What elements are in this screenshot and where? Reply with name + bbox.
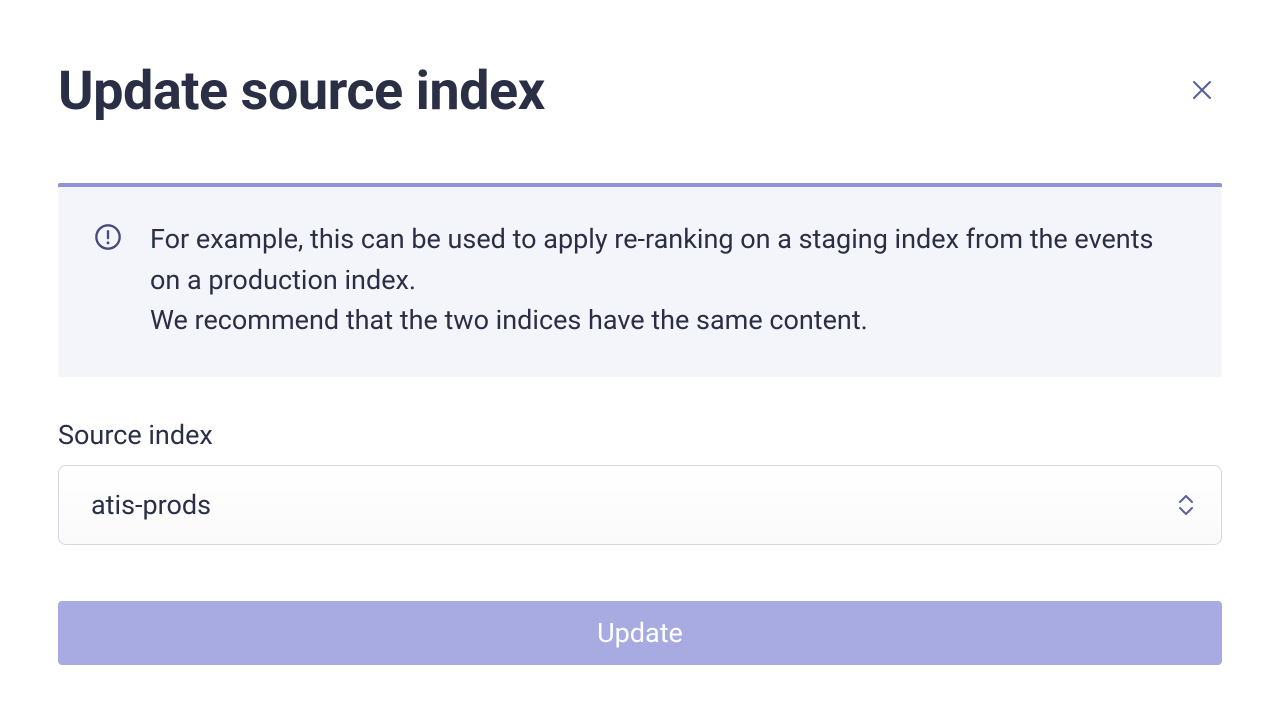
- info-icon: [94, 223, 122, 341]
- info-text-line2: We recommend that the two indices have t…: [150, 300, 1186, 341]
- close-button[interactable]: [1182, 70, 1222, 113]
- source-index-field: Source index: [58, 419, 1222, 545]
- update-button[interactable]: Update: [58, 601, 1222, 665]
- dialog-title: Update source index: [58, 60, 545, 123]
- info-text-line1: For example, this can be used to apply r…: [150, 219, 1186, 300]
- close-icon: [1190, 78, 1214, 105]
- dialog-header: Update source index: [58, 60, 1222, 123]
- source-index-label: Source index: [58, 419, 1222, 451]
- update-source-index-dialog: Update source index For example, this ca…: [0, 0, 1280, 665]
- info-banner: For example, this can be used to apply r…: [58, 183, 1222, 377]
- source-index-select[interactable]: [58, 465, 1222, 545]
- source-index-select-wrap: [58, 465, 1222, 545]
- info-text: For example, this can be used to apply r…: [150, 219, 1186, 341]
